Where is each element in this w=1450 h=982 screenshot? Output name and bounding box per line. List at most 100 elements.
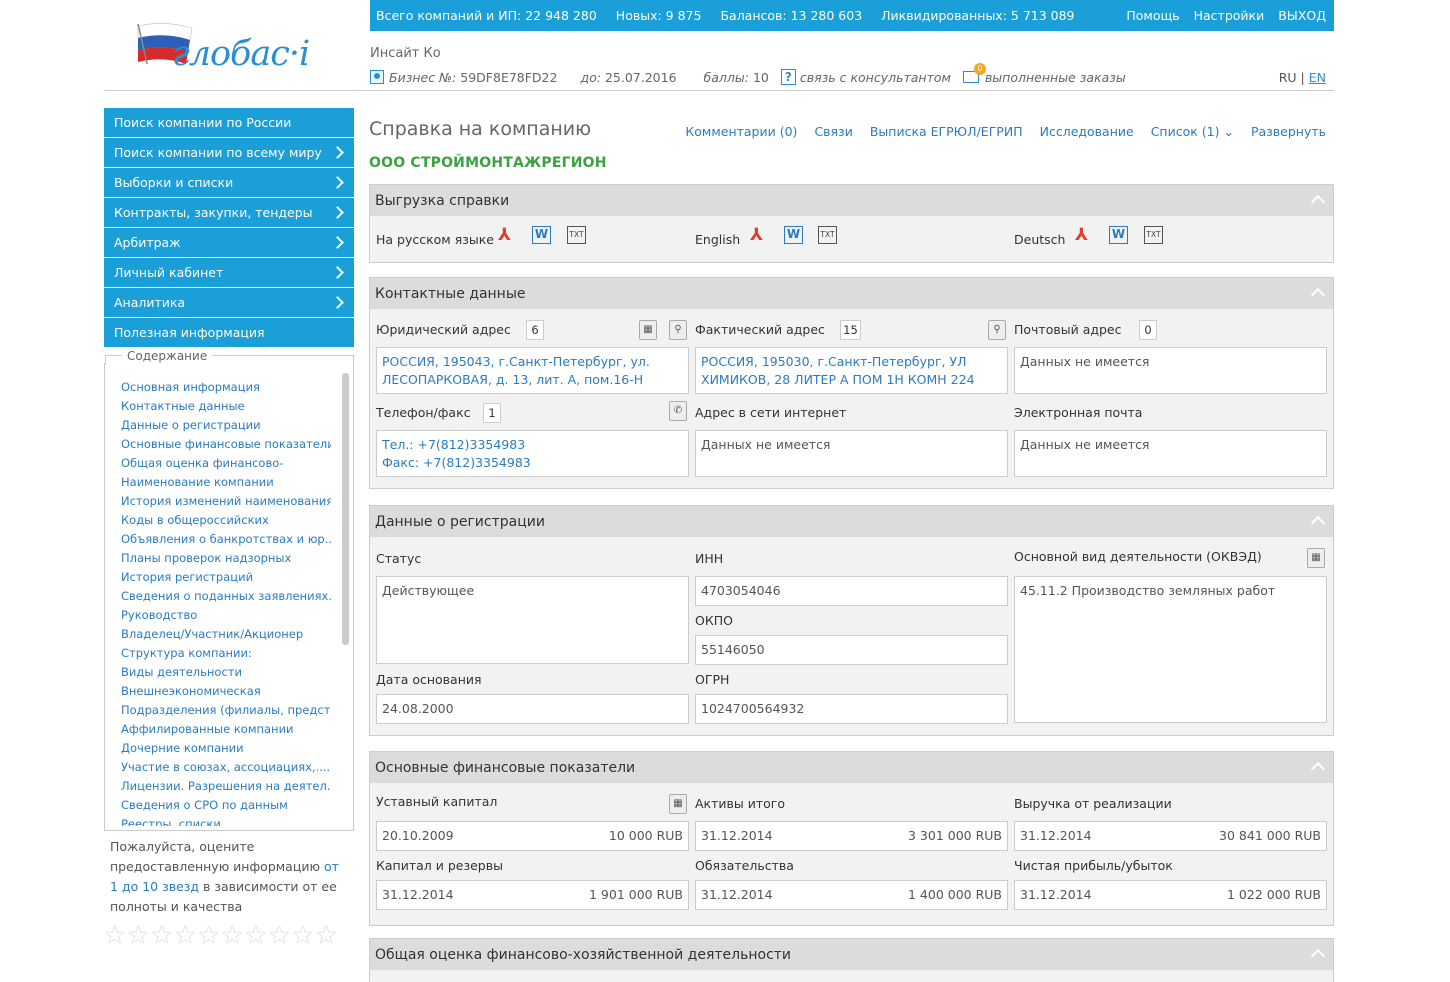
menu-item[interactable]: Выборки и списки (104, 168, 354, 197)
calculator-icon[interactable]: ▦ (639, 320, 657, 340)
contents-item[interactable]: Сведения о поданных заявлениях..... (121, 587, 331, 606)
contents-item[interactable]: История изменений наименования (121, 492, 331, 511)
menu-item[interactable]: Контракты, закупки, тендеры (104, 198, 354, 227)
tab-list[interactable]: Список (1) ⌄ (1151, 124, 1234, 139)
map-pin-icon[interactable]: ⚲ (988, 320, 1006, 340)
tab-comments[interactable]: Комментарии (0) (685, 124, 797, 139)
orders-link[interactable]: выполненные заказы (985, 70, 1126, 85)
contents-item[interactable]: Основная информация (121, 378, 331, 397)
word-icon[interactable]: W (532, 226, 551, 244)
lang-ru[interactable]: RU (1279, 70, 1297, 85)
menu-item[interactable]: Арбитраж (104, 228, 354, 257)
finance-value: 31.12.2014 1 901 000 RUB (376, 880, 689, 910)
assessment-header[interactable]: Общая оценка финансово-хозяйственной дея… (370, 939, 1333, 970)
fax-number[interactable]: Факс: +7(812)3354983 (382, 454, 683, 472)
contents-item[interactable]: Участие в союзах, ассоциациях,.... (121, 758, 331, 777)
contents-item[interactable]: Контактные данные (121, 397, 331, 416)
rating-star-icon[interactable]: ★ (128, 923, 151, 947)
word-icon[interactable]: W (1109, 226, 1128, 244)
contents-scrollbar[interactable] (342, 373, 349, 645)
rating-star-icon[interactable]: ★ (175, 923, 198, 947)
collapse-icon[interactable] (1310, 515, 1326, 531)
contents-item[interactable]: История регистраций (121, 568, 331, 587)
phone-icon[interactable]: ✆ (669, 401, 687, 421)
menu-item[interactable]: Личный кабинет (104, 258, 354, 287)
contacts-body: Юридический адрес 6 ▦ ⚲ РОССИЯ, 195043, … (370, 309, 1333, 488)
tab-research[interactable]: Исследование (1040, 124, 1134, 139)
consultant-link[interactable]: связь с консультантом (800, 70, 951, 85)
actual-address-count[interactable]: 15 (840, 320, 861, 340)
map-pin-icon[interactable]: ⚲ (669, 320, 687, 340)
rating-star-icon[interactable]: ★ (198, 923, 221, 947)
rating-star-icon[interactable]: ★ (222, 923, 245, 947)
rating-prompt: Пожалуйста, оцените предоставленную инфо… (110, 837, 350, 917)
menu-item[interactable]: Поиск компании по России (104, 108, 354, 137)
contents-item[interactable]: Сведения о СРО по данным (121, 796, 331, 815)
registration-header[interactable]: Данные о регистрации (370, 506, 1333, 537)
txt-icon[interactable]: TXT (567, 226, 586, 244)
phone-number[interactable]: Тел.: +7(812)3354983 (382, 436, 683, 454)
word-icon[interactable]: W (784, 226, 803, 244)
chevron-right-icon (331, 206, 344, 219)
contacts-header[interactable]: Контактные данные (370, 278, 1333, 309)
finance-header[interactable]: Основные финансовые показатели (370, 752, 1333, 783)
actual-address-value[interactable]: РОССИЯ, 195030, г.Санкт-Петербург, УЛ ХИ… (695, 347, 1008, 394)
menu-item[interactable]: Аналитика (104, 288, 354, 317)
logo-text: глобас·i (172, 34, 310, 74)
pdf-icon[interactable]: ⅄ (750, 226, 768, 244)
tab-expand[interactable]: Развернуть (1251, 124, 1326, 139)
menu-item[interactable]: Полезная информация (104, 318, 354, 347)
txt-icon[interactable]: TXT (818, 226, 837, 244)
collapse-icon[interactable] (1310, 194, 1326, 210)
lang-en[interactable]: EN (1309, 70, 1326, 85)
contents-item[interactable]: Коды в общероссийских (121, 511, 331, 530)
logout-link[interactable]: ВЫХОД (1278, 8, 1326, 23)
menu-item[interactable]: Поиск компании по всему миру (104, 138, 354, 167)
rating-star-icon[interactable]: ★ (245, 923, 268, 947)
legal-address-value[interactable]: РОССИЯ, 195043, г.Санкт-Петербург, ул. Л… (376, 347, 689, 394)
question-icon[interactable]: ? (780, 69, 796, 85)
phone-fax-count[interactable]: 1 (483, 403, 501, 423)
contents-item[interactable]: Внешнеэкономическая (121, 682, 331, 701)
envelope-icon[interactable]: 0 (962, 63, 986, 83)
postal-address-count[interactable]: 0 (1139, 320, 1157, 340)
contents-item[interactable]: Данные о регистрации (121, 416, 331, 435)
contents-item[interactable]: Основные финансовые показатели (121, 435, 331, 454)
collapse-icon[interactable] (1310, 948, 1326, 964)
contents-item[interactable]: Лицензии. Разрешения на деятел..... (121, 777, 331, 796)
contents-item[interactable]: Виды деятельности (121, 663, 331, 682)
help-link[interactable]: Помощь (1126, 8, 1179, 23)
contents-item[interactable]: Реестры, списки (121, 815, 331, 826)
user-name: Инсайт Ко (370, 46, 441, 61)
rating-star-icon[interactable]: ★ (316, 923, 339, 947)
contents-item[interactable]: Объявления о банкротствах и юр..... (121, 530, 331, 549)
rating-star-icon[interactable]: ★ (269, 923, 292, 947)
legal-address-count[interactable]: 6 (526, 320, 544, 340)
rating-star-icon[interactable]: ★ (151, 923, 174, 947)
menu-item-label: Личный кабинет (114, 265, 224, 280)
contents-item[interactable]: Владелец/Участник/Акционер (121, 625, 331, 644)
collapse-icon[interactable] (1310, 287, 1326, 303)
rating-star-icon[interactable]: ★ (104, 923, 127, 947)
contents-item[interactable]: Планы проверок надзорных (121, 549, 331, 568)
txt-icon[interactable]: TXT (1144, 226, 1163, 244)
collapse-icon[interactable] (1310, 761, 1326, 777)
export-header[interactable]: Выгрузка справки (370, 185, 1333, 216)
rating-star-icon[interactable]: ★ (292, 923, 315, 947)
settings-link[interactable]: Настройки (1194, 8, 1265, 23)
tab-egrul-extract[interactable]: Выписка ЕГРЮЛ/ЕГРИП (870, 124, 1023, 139)
chevron-right-icon (331, 146, 344, 159)
tab-links[interactable]: Связи (814, 124, 852, 139)
contents-item[interactable]: Подразделения (филиалы, предст..... (121, 701, 331, 720)
contents-item[interactable]: Аффилированные компании (121, 720, 331, 739)
pdf-icon[interactable]: ⅄ (498, 226, 516, 244)
contents-item[interactable]: Общая оценка финансово- (121, 454, 331, 473)
logo[interactable]: глобас·i (134, 16, 314, 76)
calculator-icon[interactable]: ▦ (669, 794, 687, 814)
calculator-icon[interactable]: ▦ (1307, 548, 1325, 568)
contents-item[interactable]: Руководство (121, 606, 331, 625)
contents-item[interactable]: Наименование компании (121, 473, 331, 492)
contents-item[interactable]: Дочерние компании (121, 739, 331, 758)
contents-item[interactable]: Структура компании: (121, 644, 331, 663)
pdf-icon[interactable]: ⅄ (1075, 226, 1093, 244)
